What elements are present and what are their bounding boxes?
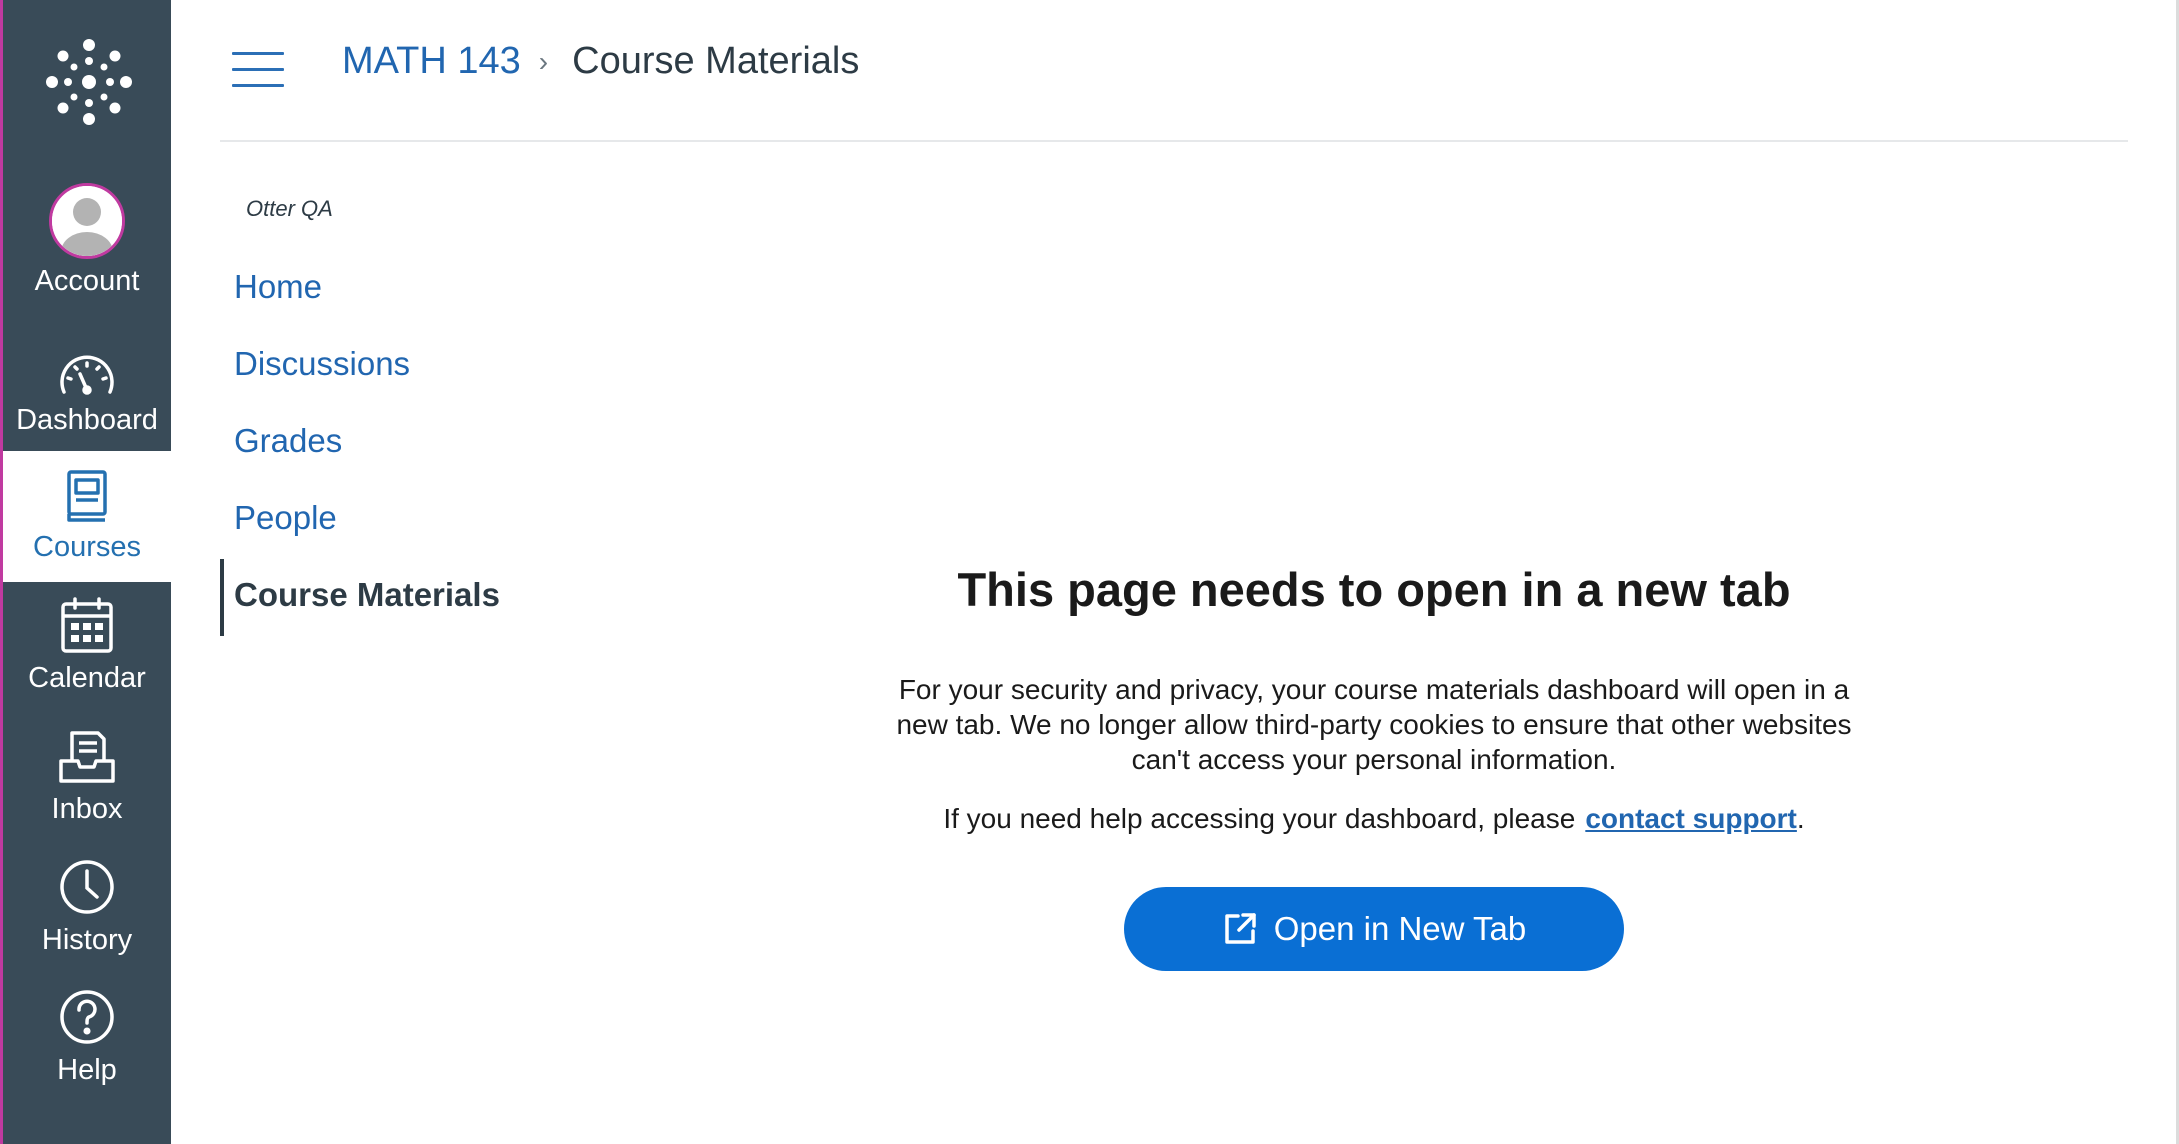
course-nav-home[interactable]: Home xyxy=(234,268,322,306)
help-prefix: If you need help accessing your dashboar… xyxy=(943,803,1576,834)
header-divider xyxy=(220,140,2128,142)
canvas-logo-icon[interactable] xyxy=(3,22,174,142)
help-icon xyxy=(58,976,116,1052)
course-nav-people[interactable]: People xyxy=(234,499,337,537)
avatar xyxy=(49,183,125,259)
course-nav-grades[interactable]: Grades xyxy=(234,422,342,460)
breadcrumb: MATH 143 › Course Materials xyxy=(342,40,859,83)
nav-item-dashboard[interactable]: Dashboard xyxy=(3,332,171,463)
global-nav: Account Dashboard Courses Calendar Inbox… xyxy=(0,0,171,1144)
calendar-icon xyxy=(60,584,114,660)
nav-label-calendar: Calendar xyxy=(28,662,146,694)
course-nav-discussions[interactable]: Discussions xyxy=(234,345,410,383)
nav-label-dashboard: Dashboard xyxy=(16,404,158,436)
open-in-new-tab-button[interactable]: Open in New Tab xyxy=(1124,887,1624,971)
nav-item-calendar[interactable]: Calendar xyxy=(3,584,171,715)
open-button-label: Open in New Tab xyxy=(1273,910,1527,947)
active-indicator xyxy=(220,559,224,636)
course-nav-course-materials[interactable]: Course Materials xyxy=(234,576,500,614)
help-text: If you need help accessing your dashboar… xyxy=(820,801,1928,836)
course-name: Otter QA xyxy=(246,196,333,221)
nav-item-help[interactable]: Help xyxy=(3,976,171,1107)
hamburger-menu-icon[interactable] xyxy=(232,52,284,88)
external-link-icon xyxy=(1224,913,1256,944)
history-icon xyxy=(58,846,116,922)
inbox-icon xyxy=(58,715,116,791)
courses-icon xyxy=(63,451,111,529)
nav-label-courses: Courses xyxy=(33,531,141,563)
chevron-right-icon: › xyxy=(538,45,549,77)
nav-label-account: Account xyxy=(34,265,140,297)
breadcrumb-current: Course Materials xyxy=(572,40,860,82)
nav-item-history[interactable]: History xyxy=(3,846,171,977)
nav-label-history: History xyxy=(41,924,133,956)
security-description: For your security and privacy, your cour… xyxy=(896,674,1852,775)
nav-item-courses[interactable]: Courses xyxy=(3,451,171,582)
help-suffix: . xyxy=(1796,803,1805,834)
contact-support-link[interactable]: contact support xyxy=(1585,803,1797,834)
breadcrumb-course-link[interactable]: MATH 143 xyxy=(342,40,521,83)
nav-item-inbox[interactable]: Inbox xyxy=(3,715,171,846)
main-content: This page needs to open in a new tab For… xyxy=(820,560,1928,971)
nav-label-inbox: Inbox xyxy=(51,793,123,825)
dashboard-icon xyxy=(58,332,116,402)
nav-item-account[interactable]: Account xyxy=(3,178,171,309)
nav-label-help: Help xyxy=(57,1054,117,1086)
page-title: This page needs to open in a new tab xyxy=(957,563,1791,616)
